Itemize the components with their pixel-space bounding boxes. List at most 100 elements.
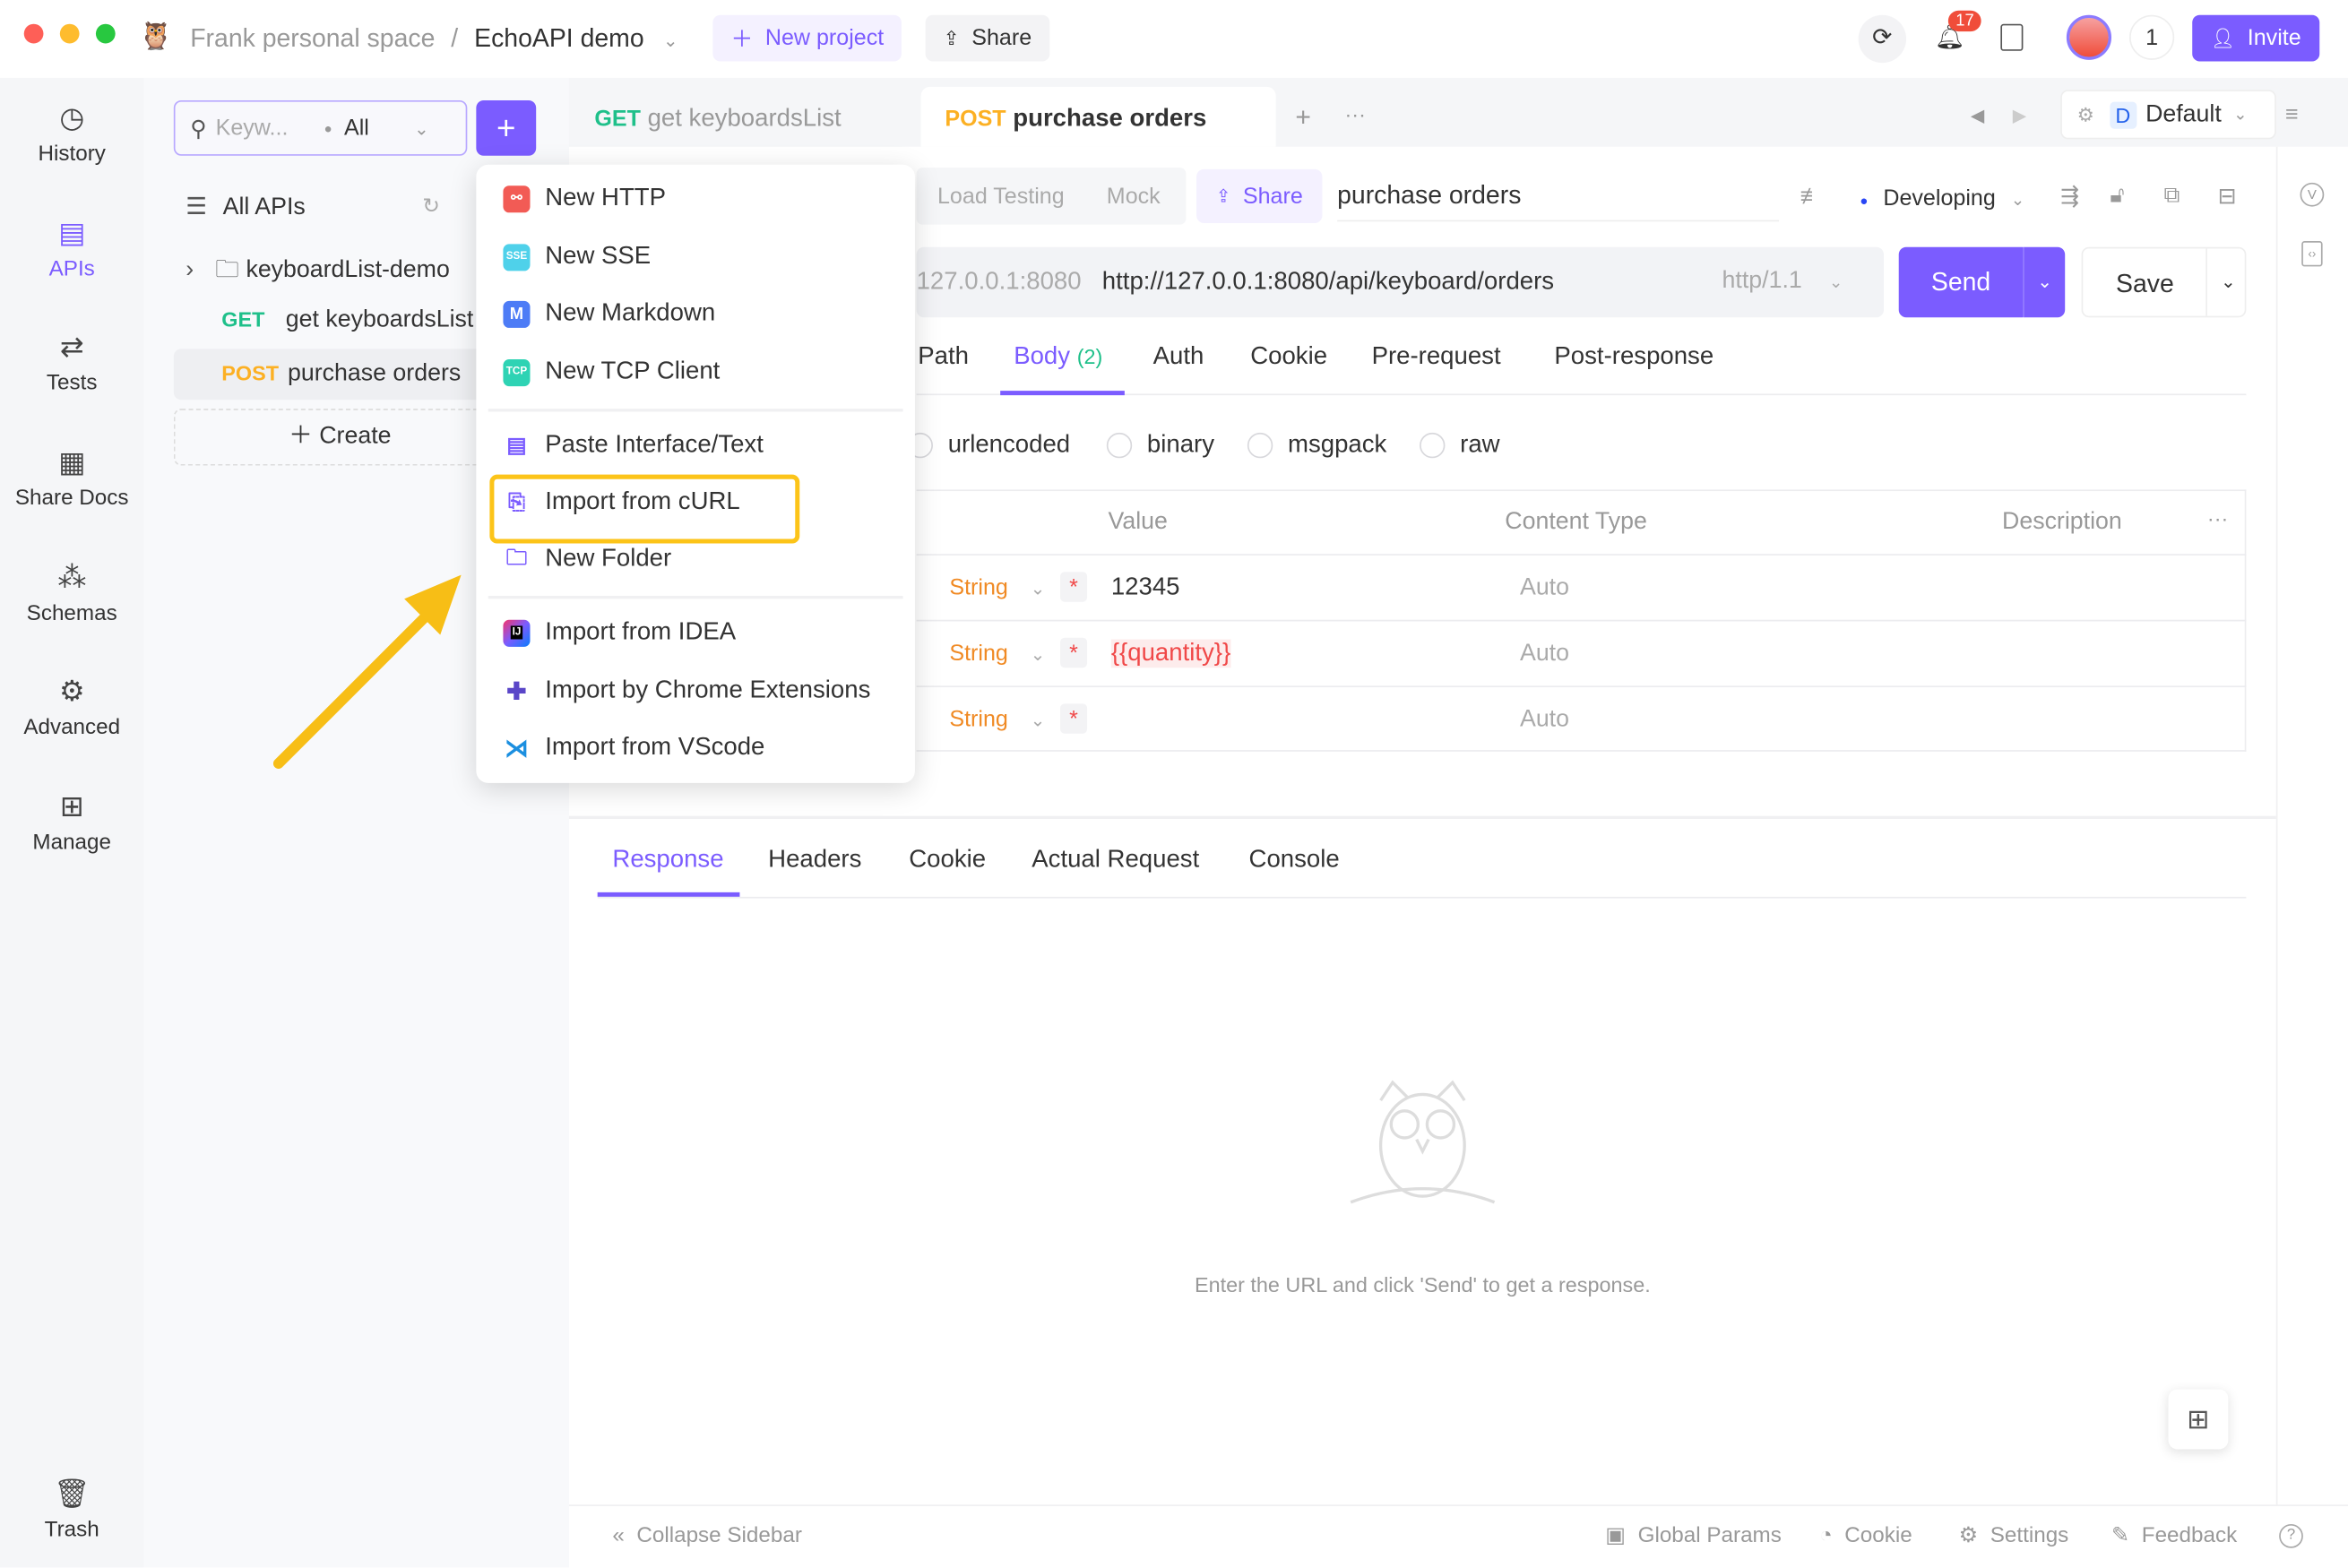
menu-item-import-chrome-extensions[interactable]: ✚ Import by Chrome Extensions — [503, 676, 870, 705]
menu-item-new-http[interactable]: ⚯ New HTTP — [503, 185, 666, 213]
copy-icon[interactable]: ⧉ — [2163, 183, 2180, 208]
menu-icon[interactable]: ≡ — [2285, 102, 2299, 127]
nav-item-share-docs[interactable]: ▦ Share Docs — [0, 446, 143, 511]
version-icon[interactable]: V — [2300, 182, 2325, 207]
more-icon[interactable]: ··· — [1344, 102, 1365, 126]
value-input[interactable]: 12345 — [1111, 573, 1180, 602]
radio-urlencoded[interactable]: urlencoded — [907, 431, 1070, 460]
required-toggle[interactable]: * — [1060, 572, 1088, 602]
tab-mock[interactable]: Mock — [1107, 185, 1161, 210]
nav-item-schemas[interactable]: ⁂ Schemas — [0, 562, 143, 625]
protocol-select[interactable]: http/1.1 ⌄ — [1722, 268, 1843, 295]
sync-icon[interactable]: ⟳ — [1858, 14, 1907, 64]
align-icon[interactable]: ⇶ — [2060, 183, 2079, 210]
menu-item-new-sse[interactable]: SSE New SSE — [503, 243, 651, 271]
content-type-cell[interactable]: Auto — [1520, 575, 1569, 602]
tab-console[interactable]: Console — [1249, 846, 1340, 874]
url-input[interactable]: http://127.0.0.1:8080/api/keyboard/order… — [1102, 268, 1554, 297]
chevron-down-icon[interactable]: ⌄ — [1031, 578, 1046, 599]
nav-item-trash[interactable]: 🗑︎ Trash — [0, 1477, 143, 1542]
status-select[interactable]: ● Developing ⌄ — [1860, 185, 2024, 211]
tab-post-purchase-orders[interactable]: POST purchase orders — [945, 105, 1206, 134]
help-icon[interactable]: ? — [2279, 1523, 2303, 1548]
required-toggle[interactable]: * — [1060, 703, 1088, 734]
radio-raw[interactable]: raw — [1420, 431, 1500, 460]
radio-binary[interactable]: binary — [1106, 431, 1214, 460]
tab-auth[interactable]: Auth — [1153, 343, 1204, 372]
invite-button[interactable]: 👤︎ Invite — [2192, 14, 2320, 62]
cookie-button[interactable]: ◔ Cookie — [1819, 1524, 1912, 1548]
more-icon[interactable]: ··· — [2207, 506, 2228, 530]
menu-item-import-from-idea[interactable]: IJ Import from IDEA — [503, 618, 736, 647]
global-params-button[interactable]: ▣ Global Params — [1605, 1524, 1782, 1548]
tab-path[interactable]: Path — [918, 343, 969, 372]
chevron-down-icon[interactable]: ⌄ — [1031, 643, 1046, 664]
search-input[interactable]: ⚲ Keyw... ● All ⌄ — [173, 99, 468, 156]
nav-item-history[interactable]: ◷ History — [0, 102, 143, 166]
tab-cookie[interactable]: Cookie — [909, 846, 986, 874]
environment-select[interactable]: ⚙︎ D Default ⌄ — [2060, 90, 2276, 140]
scroll-right-icon[interactable]: ▶ — [2013, 105, 2026, 125]
request-name-input[interactable]: purchase orders — [1337, 181, 1780, 222]
nav-item-manage[interactable]: ⊞ Manage — [0, 790, 143, 855]
type-select[interactable]: String — [949, 641, 1007, 666]
menu-item-import-from-vscode[interactable]: ⋊ Import from VScode — [503, 734, 764, 762]
create-button[interactable]: ＋ Create — [173, 409, 506, 466]
chevron-down-icon[interactable]: ⌄ — [663, 30, 678, 50]
archive-icon[interactable]: ⊟ — [2218, 183, 2237, 210]
new-tab-plus-icon[interactable]: + — [1295, 102, 1311, 134]
share-project-button[interactable]: ⇪ Share — [925, 14, 1050, 62]
api-item[interactable]: POST purchase orders — [221, 361, 461, 388]
content-type-cell[interactable]: Auto — [1520, 641, 1569, 668]
required-toggle[interactable]: * — [1060, 637, 1088, 668]
radio-msgpack[interactable]: msgpack — [1247, 431, 1386, 460]
new-project-button[interactable]: ＋ New project — [712, 14, 902, 62]
tab-body[interactable]: Body (2) — [1014, 343, 1102, 372]
collapse-sidebar-button[interactable]: « Collapse Sidebar — [612, 1524, 802, 1548]
settings-button[interactable]: ⚙︎ Settings — [1959, 1524, 2069, 1548]
add-button[interactable]: + — [476, 99, 537, 156]
type-select[interactable]: String — [949, 575, 1007, 600]
api-item[interactable]: GET get keyboardsList — [221, 307, 473, 334]
document-icon[interactable] — [2000, 23, 2024, 51]
nav-item-tests[interactable]: ⇄ Tests — [0, 331, 143, 395]
content-type-cell[interactable]: Auto — [1520, 707, 1569, 734]
all-apis-row[interactable]: ☰ All APIs — [186, 192, 306, 221]
project-name[interactable]: EchoAPI demo — [474, 24, 643, 53]
nav-item-advanced[interactable]: ⚙︎ Advanced — [0, 676, 143, 739]
layout-toggle-icon[interactable]: ⊞ — [2168, 1389, 2229, 1450]
filter-select[interactable]: All — [344, 116, 369, 141]
menu-item-new-markdown[interactable]: M New Markdown — [503, 299, 715, 328]
workspace-name[interactable]: Frank personal space — [190, 24, 435, 53]
tab-post-response[interactable]: Post-response — [1554, 343, 1714, 372]
close-window-button[interactable] — [23, 23, 44, 44]
feedback-button[interactable]: ✎ Feedback — [2111, 1524, 2237, 1548]
tab-actual-request[interactable]: Actual Request — [1032, 846, 1199, 874]
avatar[interactable] — [2066, 14, 2111, 60]
panel-divider[interactable] — [568, 815, 2276, 819]
tab-cookie[interactable]: Cookie — [1250, 343, 1327, 372]
minimize-window-button[interactable] — [59, 23, 80, 44]
lock-icon[interactable]: 🔓︎ — [2110, 183, 2124, 208]
folder-row[interactable]: › 🗀 keyboardList-demo — [186, 253, 450, 293]
send-options-chevron-icon[interactable]: ⌄ — [2023, 246, 2066, 318]
tab-response[interactable]: Response — [612, 846, 723, 874]
scroll-left-icon[interactable]: ◀ — [1971, 105, 1984, 125]
refresh-icon[interactable]: ↻ — [422, 194, 440, 219]
menu-item-new-tcp-client[interactable]: TCP New TCP Client — [503, 358, 720, 386]
maximize-window-button[interactable] — [95, 23, 116, 44]
save-options-chevron-icon[interactable]: ⌄ — [2206, 248, 2236, 316]
menu-item-new-folder[interactable]: 🗀 New Folder — [503, 544, 671, 573]
member-count[interactable]: 1 — [2129, 14, 2175, 60]
share-request-button[interactable]: ⇪ Share — [1196, 168, 1323, 223]
menu-item-paste-interface[interactable]: ▤ Paste Interface/Text — [503, 431, 763, 460]
menu-item-import-from-curl[interactable]: ⎘ Import from cURL — [503, 488, 740, 517]
save-button[interactable]: Save ⌄ — [2081, 246, 2247, 318]
tab-headers[interactable]: Headers — [768, 846, 861, 874]
tab-pre-request[interactable]: Pre-request — [1372, 343, 1501, 372]
nav-item-apis[interactable]: ▤ APIs — [0, 217, 143, 281]
code-icon[interactable]: ‹› — [2301, 241, 2323, 267]
type-select[interactable]: String — [949, 707, 1007, 732]
value-input[interactable]: {{quantity}} — [1110, 639, 1231, 668]
chevron-down-icon[interactable]: ⌄ — [1031, 710, 1046, 730]
